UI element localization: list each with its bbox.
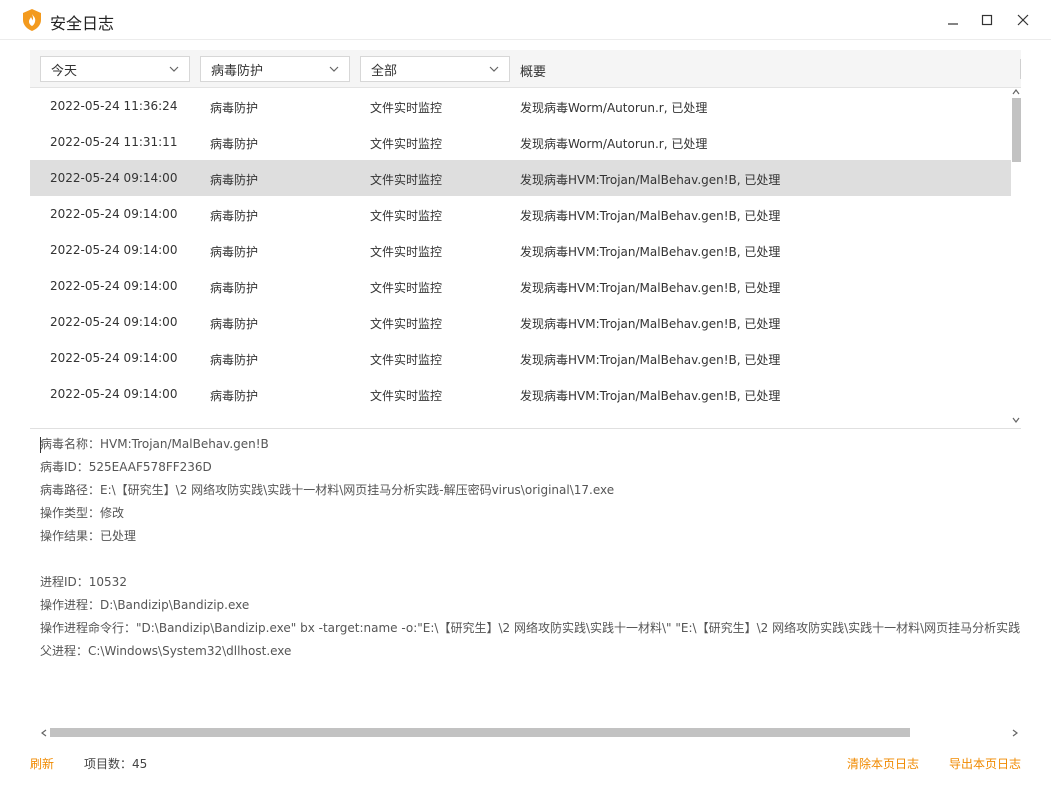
chevron-down-icon (169, 66, 179, 72)
log-module: 病毒防护 (210, 317, 259, 331)
maximize-icon (981, 14, 993, 26)
log-row[interactable]: 2022-05-24 09:14:00 病毒防护 文件实时监控 发现病毒HVM:… (30, 268, 1011, 304)
list-detail-divider (30, 428, 1021, 429)
log-source: 文件实时监控 (370, 173, 443, 187)
detail-pid: 进程ID：10532 (40, 575, 127, 589)
log-module: 病毒防护 (210, 353, 259, 367)
detail-panel[interactable]: 病毒名称：HVM:Trojan/MalBehav.gen!B 病毒ID：525E… (40, 433, 1021, 723)
detail-parent-process: 父进程：C:\Windows\System32\dllhost.exe (40, 644, 292, 658)
log-summary: 发现病毒HVM:Trojan/MalBehav.gen!B, 已处理 (520, 317, 781, 331)
window-title: 安全日志 (50, 14, 115, 33)
log-time: 2022-05-24 09:14:00 (50, 387, 178, 401)
scroll-right-icon[interactable] (1011, 729, 1019, 737)
detail-virus-name: 病毒名称：HVM:Trojan/MalBehav.gen!B (40, 437, 269, 451)
log-row-selected[interactable]: 2022-05-24 09:14:00 病毒防护 文件实时监控 发现病毒HVM:… (30, 160, 1011, 196)
maximize-button[interactable] (974, 8, 1000, 32)
close-icon (1017, 14, 1029, 26)
log-source: 文件实时监控 (370, 353, 443, 367)
module-filter-select[interactable]: 病毒防护 (200, 56, 350, 82)
detail-op-type: 操作类型：修改 (40, 506, 125, 520)
log-module: 病毒防护 (210, 173, 259, 187)
log-source: 文件实时监控 (370, 245, 443, 259)
log-time: 2022-05-24 11:31:11 (50, 135, 178, 149)
detail-virus-path: 病毒路径：E:\【研究生】\2 网络攻防实践\实践十一材料\网页挂马分析实践-解… (40, 483, 615, 497)
minimize-icon (948, 23, 958, 25)
shield-flame-logo-icon (23, 9, 41, 31)
scroll-down-icon[interactable] (1012, 416, 1020, 424)
log-summary: 发现病毒HVM:Trojan/MalBehav.gen!B, 已处理 (520, 173, 781, 187)
log-row[interactable]: 2022-05-24 11:36:24 病毒防护 文件实时监控 发现病毒Worm… (30, 88, 1011, 124)
log-source: 文件实时监控 (370, 281, 443, 295)
log-row[interactable]: 2022-05-24 09:14:00 病毒防护 文件实时监控 发现病毒HVM:… (30, 196, 1011, 232)
title-bar: 安全日志 (0, 0, 1051, 40)
detail-process: 操作进程：D:\Bandizip\Bandizip.exe (40, 598, 250, 612)
type-filter-select[interactable]: 全部 (360, 56, 510, 82)
chevron-down-icon (329, 66, 339, 72)
log-summary: 发现病毒HVM:Trojan/MalBehav.gen!B, 已处理 (520, 281, 781, 295)
log-summary: 发现病毒Worm/Autorun.r, 已处理 (520, 101, 708, 115)
log-list: 2022-05-24 11:36:24 病毒防护 文件实时监控 发现病毒Worm… (30, 88, 1011, 418)
log-row[interactable]: 2022-05-24 09:14:00 病毒防护 文件实时监控 发现病毒HVM:… (30, 304, 1011, 340)
log-time: 2022-05-24 11:36:24 (50, 99, 178, 113)
item-count: 项目数：45 (84, 757, 148, 771)
log-summary: 发现病毒HVM:Trojan/MalBehav.gen!B, 已处理 (520, 209, 781, 223)
scroll-up-icon[interactable] (1012, 88, 1020, 96)
log-source: 文件实时监控 (370, 209, 443, 223)
log-source: 文件实时监控 (370, 389, 443, 403)
log-time: 2022-05-24 09:14:00 (50, 315, 178, 329)
export-page-log-link[interactable]: 导出本页日志 (949, 755, 1021, 772)
log-source: 文件实时监控 (370, 137, 443, 151)
log-summary: 发现病毒HVM:Trojan/MalBehav.gen!B, 已处理 (520, 353, 781, 367)
vertical-scroll-thumb[interactable] (1012, 98, 1021, 162)
log-summary: 发现病毒HVM:Trojan/MalBehav.gen!B, 已处理 (520, 389, 781, 403)
filter-bar: 今天 病毒防护 全部 概要 (30, 50, 1021, 88)
log-time: 2022-05-24 09:14:00 (50, 243, 178, 257)
log-time: 2022-05-24 09:14:00 (50, 351, 178, 365)
log-summary: 发现病毒HVM:Trojan/MalBehav.gen!B, 已处理 (520, 245, 781, 259)
footer-bar: 刷新 项目数：45 清除本页日志 导出本页日志 (0, 740, 1051, 788)
detail-virus-id: 病毒ID：525EAAF578FF236D (40, 460, 212, 474)
log-module: 病毒防护 (210, 245, 259, 259)
refresh-link[interactable]: 刷新 (30, 755, 54, 772)
log-row[interactable]: 2022-05-24 11:31:11 病毒防护 文件实时监控 发现病毒Worm… (30, 124, 1011, 160)
text-caret (40, 437, 41, 453)
log-time: 2022-05-24 09:14:00 (50, 279, 178, 293)
close-button[interactable] (1010, 8, 1036, 32)
log-module: 病毒防护 (210, 209, 259, 223)
log-row[interactable]: 2022-05-24 09:14:00 病毒防护 文件实时监控 发现病毒HVM:… (30, 376, 1011, 412)
type-filter-value: 全部 (371, 63, 398, 79)
horizontal-scrollbar[interactable] (40, 727, 1021, 739)
log-module: 病毒防护 (210, 137, 259, 151)
clear-page-log-link[interactable]: 清除本页日志 (847, 755, 919, 772)
date-filter-value: 今天 (51, 63, 78, 79)
detail-op-result: 操作结果：已处理 (40, 529, 137, 543)
minimize-button[interactable] (940, 8, 966, 32)
log-time: 2022-05-24 09:14:00 (50, 207, 178, 221)
vertical-scrollbar[interactable] (1011, 88, 1021, 426)
detail-cmdline: 操作进程命令行："D:\Bandizip\Bandizip.exe" bx -t… (40, 621, 1021, 635)
log-source: 文件实时监控 (370, 317, 443, 331)
scroll-left-icon[interactable] (40, 729, 48, 737)
log-module: 病毒防护 (210, 281, 259, 295)
log-row[interactable]: 2022-05-24 09:14:00 病毒防护 文件实时监控 发现病毒HVM:… (30, 232, 1011, 268)
detail-blank-line (40, 548, 1021, 571)
summary-column-header: 概要 (520, 65, 547, 80)
date-filter-select[interactable]: 今天 (40, 56, 190, 82)
horizontal-scroll-thumb[interactable] (50, 728, 910, 737)
log-summary: 发现病毒Worm/Autorun.r, 已处理 (520, 137, 708, 151)
log-module: 病毒防护 (210, 389, 259, 403)
module-filter-value: 病毒防护 (211, 63, 264, 79)
log-row[interactable]: 2022-05-24 09:14:00 病毒防护 文件实时监控 发现病毒HVM:… (30, 340, 1011, 376)
chevron-down-icon (489, 66, 499, 72)
log-source: 文件实时监控 (370, 101, 443, 115)
header-divider (1020, 59, 1021, 79)
log-module: 病毒防护 (210, 101, 259, 115)
log-time: 2022-05-24 09:14:00 (50, 171, 178, 185)
